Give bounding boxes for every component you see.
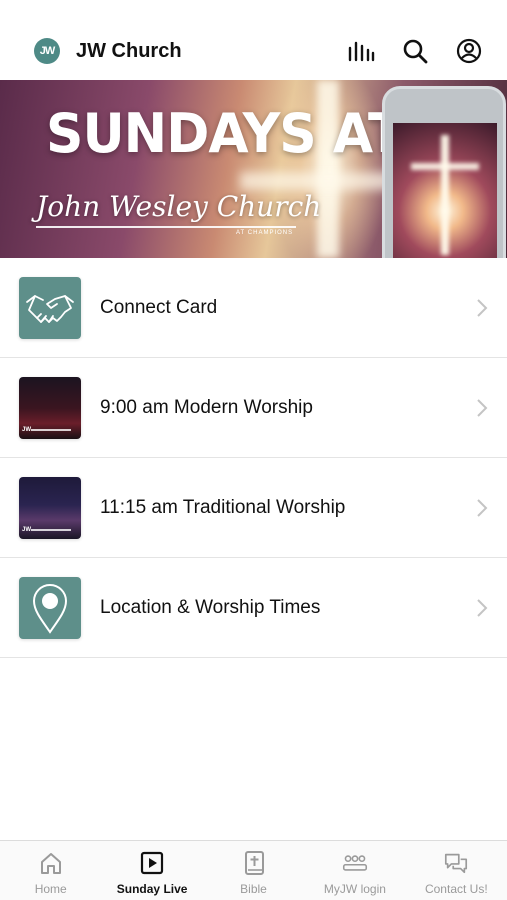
menu-item-traditional-worship[interactable]: JW 11:15 am Traditional Worship xyxy=(0,458,507,558)
tab-label: Bible xyxy=(240,882,267,896)
bottom-tab-bar: Home Sunday Live Bible MyJW login Contac… xyxy=(0,840,507,900)
search-icon[interactable] xyxy=(397,33,433,69)
play-icon xyxy=(139,850,165,876)
banner-script-title: John Wesley Church xyxy=(36,190,322,223)
tab-home[interactable]: Home xyxy=(0,841,101,900)
chevron-right-icon xyxy=(477,398,488,417)
banner-underline xyxy=(36,226,296,228)
thumbnail-logo: JW xyxy=(22,526,31,533)
banner-subtext: AT CHAMPIONS xyxy=(236,230,294,236)
traditional-worship-thumbnail: JW xyxy=(19,476,81,539)
tab-label: MyJW login xyxy=(323,882,386,896)
menu-item-location[interactable]: Location & Worship Times xyxy=(0,558,507,658)
sundays-banner[interactable]: SUNDAYS AT John Wesley Church AT CHAMPIO… xyxy=(0,80,507,258)
modern-worship-thumbnail: JW xyxy=(19,376,81,439)
phone-screen xyxy=(393,123,497,258)
thumbnail-logo: JW xyxy=(22,426,31,433)
tab-label: Contact Us! xyxy=(424,882,488,896)
account-icon[interactable] xyxy=(451,33,487,69)
thumbnail-bar xyxy=(31,528,71,531)
group-icon xyxy=(342,850,368,876)
banner-headline: SUNDAYS AT xyxy=(46,102,404,166)
tab-label: Sunday Live xyxy=(116,882,188,896)
audio-bars-icon[interactable] xyxy=(343,33,379,69)
menu-item-label: Location & Worship Times xyxy=(100,596,321,618)
bible-icon xyxy=(241,850,267,876)
menu-list: Connect Card JW 9:00 am Modern Worship J… xyxy=(0,258,507,658)
thumbnail-bar xyxy=(31,428,71,431)
menu-item-label: Connect Card xyxy=(100,296,218,318)
chat-icon xyxy=(443,850,469,876)
menu-item-connect-card[interactable]: Connect Card xyxy=(0,258,507,358)
handshake-icon xyxy=(19,276,81,339)
tab-contact-us[interactable]: Contact Us! xyxy=(406,841,507,900)
tab-sunday-live[interactable]: Sunday Live xyxy=(101,841,202,900)
tab-bible[interactable]: Bible xyxy=(203,841,304,900)
tab-myjw-login[interactable]: MyJW login xyxy=(304,841,405,900)
menu-item-label: 9:00 am Modern Worship xyxy=(100,396,313,418)
menu-item-label: 11:15 am Traditional Worship xyxy=(100,496,346,518)
home-icon xyxy=(38,850,64,876)
phone-cross-vertical xyxy=(441,135,449,255)
app-title: JW Church xyxy=(76,39,182,62)
menu-item-modern-worship[interactable]: JW 9:00 am Modern Worship xyxy=(0,358,507,458)
header-actions xyxy=(343,33,487,69)
chevron-right-icon xyxy=(477,298,488,317)
map-pin-icon xyxy=(19,576,81,639)
church-logo[interactable]: JW xyxy=(34,38,60,64)
chevron-right-icon xyxy=(477,498,488,517)
status-bar xyxy=(0,0,507,22)
app-header: JW JW Church xyxy=(0,22,507,80)
phone-illustration xyxy=(382,86,506,258)
tab-label: Home xyxy=(34,882,67,896)
phone-cross-horizontal xyxy=(411,163,479,170)
chevron-right-icon xyxy=(477,598,488,617)
